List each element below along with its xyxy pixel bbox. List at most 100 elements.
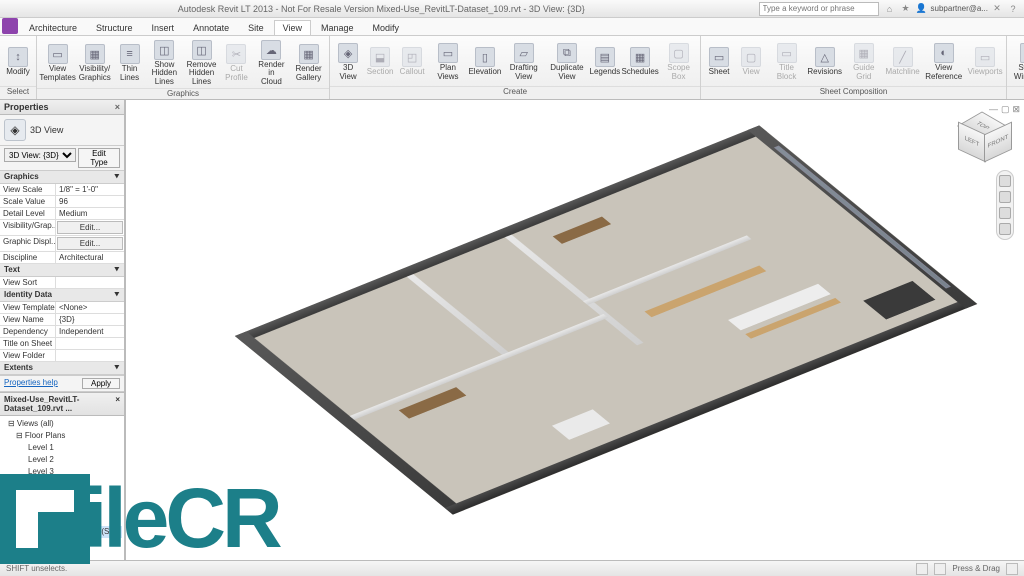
tab-manage[interactable]: Manage: [312, 20, 363, 35]
3d-view-button[interactable]: ◈3D View: [332, 41, 364, 83]
property-row[interactable]: Visibility/Grap...Edit...: [0, 220, 124, 236]
property-row[interactable]: DisciplineArchitectural: [0, 252, 124, 264]
drafting-view-icon: ▱: [514, 43, 534, 63]
property-value[interactable]: Medium: [56, 208, 124, 219]
apply-button[interactable]: Apply: [82, 378, 120, 389]
property-key: View Scale: [0, 184, 56, 195]
property-value[interactable]: Independent: [56, 326, 124, 337]
property-value[interactable]: [56, 350, 124, 361]
cube-icon: ◈: [4, 119, 26, 141]
property-value[interactable]: 96: [56, 196, 124, 207]
sheet-button[interactable]: ▭Sheet: [703, 45, 735, 78]
property-value[interactable]: [56, 338, 124, 349]
property-value[interactable]: Edit...: [57, 237, 123, 250]
section-graphics[interactable]: Graphics⯆: [0, 171, 124, 184]
app-menu-button[interactable]: [2, 18, 18, 34]
tree-item[interactable]: ⊟ Views (all): [2, 418, 122, 430]
section-extents[interactable]: Extents⯆: [0, 362, 124, 375]
revisions-icon: △: [815, 47, 835, 67]
view-reference-button[interactable]: ◐View Reference: [921, 41, 966, 83]
viewports-button[interactable]: ▭Viewports: [966, 45, 1004, 78]
instance-select[interactable]: 3D View: {3D}: [4, 148, 76, 162]
property-row[interactable]: View Folder: [0, 350, 124, 362]
remove-hidden-lines-button[interactable]: ◫Remove Hidden Lines: [183, 38, 220, 88]
exchange-icon[interactable]: ✕: [990, 2, 1004, 16]
property-key: Detail Level: [0, 208, 56, 219]
edit-type-button[interactable]: Edit Type: [78, 148, 120, 168]
close-icon[interactable]: ×: [115, 395, 120, 413]
cut-profile-button[interactable]: ✂Cut Profile: [220, 42, 253, 84]
property-row[interactable]: Graphic Displ...Edit...: [0, 236, 124, 252]
property-row[interactable]: View Name{3D}: [0, 314, 124, 326]
property-value[interactable]: 1/8" = 1'-0": [56, 184, 124, 195]
title-block-button[interactable]: ▭Title Block: [767, 41, 806, 83]
thin-lines-button[interactable]: ≡Thin Lines: [113, 42, 145, 84]
guide-grid-button[interactable]: ▦Guide Grid: [843, 41, 884, 83]
status-hint: SHIFT unselects.: [6, 564, 67, 573]
render-gallery-button[interactable]: ▦Render Gallery: [290, 42, 327, 84]
button-label: View: [742, 68, 759, 76]
matchline-button[interactable]: ╱Matchline: [884, 45, 921, 78]
property-row[interactable]: Scale Value96: [0, 196, 124, 208]
infocenter-icon[interactable]: ⌂: [883, 2, 897, 16]
property-row[interactable]: Detail LevelMedium: [0, 208, 124, 220]
tab-annotate[interactable]: Annotate: [184, 20, 238, 35]
close-icon[interactable]: ×: [115, 102, 120, 112]
status-tool-icon[interactable]: [916, 563, 928, 575]
close-icon[interactable]: ⊠: [1012, 104, 1020, 115]
help-icon[interactable]: ?: [1006, 2, 1020, 16]
callout-button[interactable]: ◰Callout: [396, 45, 428, 78]
property-row[interactable]: View Sort: [0, 277, 124, 289]
elevation-button[interactable]: ▯Elevation: [468, 45, 502, 78]
section-button[interactable]: ⬓Section: [364, 45, 396, 78]
section-text[interactable]: Text⯆: [0, 264, 124, 277]
tab-architecture[interactable]: Architecture: [20, 20, 86, 35]
tab-site[interactable]: Site: [239, 20, 273, 35]
property-row[interactable]: DependencyIndependent: [0, 326, 124, 338]
search-input[interactable]: [759, 2, 879, 16]
legends-button[interactable]: ▤Legends: [589, 45, 622, 78]
steering-wheel-icon[interactable]: [999, 175, 1011, 187]
filter-icon[interactable]: [1006, 563, 1018, 575]
orbit-icon[interactable]: [999, 223, 1011, 235]
duplicate-view-button[interactable]: ⧉Duplicate View: [545, 41, 588, 83]
tree-item[interactable]: ⊟ Floor Plans: [2, 430, 122, 442]
view-templates-button[interactable]: ▭View Templates: [39, 42, 76, 84]
plan-views-button[interactable]: ▭Plan Views: [428, 41, 468, 83]
property-value[interactable]: <None>: [56, 302, 124, 313]
tree-item[interactable]: Level 2: [2, 454, 122, 466]
zoom-icon[interactable]: [999, 207, 1011, 219]
viewcube[interactable]: TOP LEFT FRONT: [958, 110, 1008, 160]
property-value[interactable]: {3D}: [56, 314, 124, 325]
show-hidden-lines-button[interactable]: ◫Show Hidden Lines: [146, 38, 183, 88]
button-label: Visibility/ Graphics: [79, 65, 111, 82]
tab-insert[interactable]: Insert: [143, 20, 184, 35]
property-value[interactable]: [56, 277, 124, 288]
switch-windows-button[interactable]: ⧉Switch Windows: [1009, 41, 1024, 83]
property-row[interactable]: View Scale1/8" = 1'-0": [0, 184, 124, 196]
signin-icon[interactable]: 👤: [915, 2, 929, 16]
tab-structure[interactable]: Structure: [87, 20, 142, 35]
type-selector[interactable]: ◈ 3D View: [0, 115, 124, 146]
tab-modify[interactable]: Modify: [364, 20, 409, 35]
view-button[interactable]: ▢View: [735, 45, 767, 78]
status-tool-icon[interactable]: [934, 563, 946, 575]
tab-view[interactable]: View: [274, 20, 311, 35]
drafting-view-button[interactable]: ▱Drafting View: [502, 41, 545, 83]
modify-button[interactable]: ↕Modify: [2, 45, 34, 78]
schedules-button[interactable]: ▦Schedules: [621, 45, 659, 78]
scope-box-button[interactable]: ▢Scope Box: [659, 41, 698, 83]
pan-icon[interactable]: [999, 191, 1011, 203]
group-title: Select: [0, 86, 36, 99]
property-value[interactable]: Edit...: [57, 221, 123, 234]
properties-help-link[interactable]: Properties help: [4, 378, 58, 389]
property-row[interactable]: View Template<None>: [0, 302, 124, 314]
revisions-button[interactable]: △Revisions: [806, 45, 843, 78]
property-row[interactable]: Title on Sheet: [0, 338, 124, 350]
star-icon[interactable]: ★: [899, 2, 913, 16]
visibility-graphics-button[interactable]: ▦Visibility/ Graphics: [76, 42, 113, 84]
tree-item[interactable]: Level 1: [2, 442, 122, 454]
property-value[interactable]: Architectural: [56, 252, 124, 263]
section-identity-data[interactable]: Identity Data⯆: [0, 289, 124, 302]
render-in-cloud-button[interactable]: ☁Render in Cloud: [253, 38, 290, 88]
